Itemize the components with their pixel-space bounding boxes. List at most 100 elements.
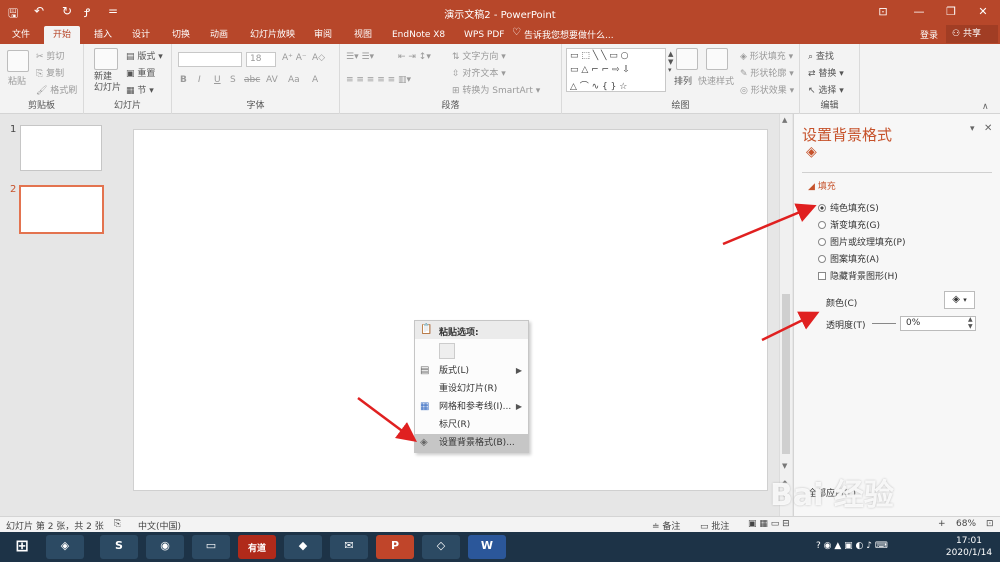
menu-item-format-background[interactable]: ◈ 设置背景格式(B)... bbox=[415, 434, 528, 452]
fill-tab-icon[interactable]: ◈ bbox=[806, 144, 817, 160]
start-button[interactable]: ⊞ bbox=[2, 535, 42, 559]
paste-keep-icon[interactable] bbox=[439, 343, 455, 359]
close-pane-icon[interactable]: ✕ bbox=[984, 123, 992, 134]
gallery-scroll-icon[interactable]: ▲ ▼ ▾ bbox=[668, 50, 673, 74]
spinner-icon[interactable]: ▲ ▼ bbox=[968, 316, 973, 330]
tell-me-search[interactable]: 告诉我您想要做什么... bbox=[524, 28, 614, 41]
font-family-combo[interactable] bbox=[178, 52, 242, 67]
paste-button[interactable]: 粘贴 bbox=[8, 74, 26, 87]
strikethrough-button[interactable]: abc bbox=[244, 75, 260, 85]
system-tray-icons[interactable]: ? ◉ ▲ ▣ ◐ ♪ ⌨ bbox=[816, 541, 888, 551]
tab-home[interactable]: 开始 bbox=[44, 26, 80, 44]
font-color-button[interactable]: A bbox=[312, 75, 318, 85]
shape-outline-button[interactable]: ✎ 形状轮廓 ▾ bbox=[740, 66, 794, 79]
tab-animations[interactable]: 动画 bbox=[206, 26, 232, 44]
taskbar-app-chrome[interactable]: ◉ bbox=[146, 535, 184, 559]
scroll-thumb[interactable] bbox=[782, 294, 790, 454]
clock[interactable]: 17:01 2020/1/14 bbox=[944, 535, 994, 559]
taskbar-app-explorer[interactable]: ▭ bbox=[192, 535, 230, 559]
share-button[interactable]: ⚇ 共享 bbox=[946, 25, 998, 43]
pane-options-icon[interactable]: ▾ bbox=[970, 124, 975, 134]
minimize-button[interactable]: — bbox=[906, 3, 932, 21]
close-button[interactable]: ✕ bbox=[970, 3, 996, 21]
normal-view-icon[interactable]: ▣ ▦ ▭ ⊟ bbox=[748, 519, 790, 529]
taskbar-app-youdao[interactable]: 有道 bbox=[238, 535, 276, 559]
arrange-icon[interactable] bbox=[676, 48, 698, 70]
transparency-slider[interactable] bbox=[872, 323, 896, 324]
copy-button[interactable]: ⎘ 复制 bbox=[36, 66, 64, 79]
ribbon-display-options-button[interactable]: ⊡ bbox=[870, 3, 896, 21]
hide-graphics-checkbox[interactable]: 隐藏背景图形(H) bbox=[818, 269, 898, 282]
taskbar-app-9[interactable]: ◇ bbox=[422, 535, 460, 559]
login-link[interactable]: 登录 bbox=[920, 28, 938, 41]
zoom-slider[interactable]: + bbox=[938, 519, 946, 529]
replace-button[interactable]: ⇄ 替换 ▾ bbox=[808, 66, 844, 79]
taskbar-app-powerpoint[interactable]: P bbox=[376, 535, 414, 559]
bullets-icon[interactable]: ☰▾ ☰▾ bbox=[346, 52, 374, 62]
vertical-scrollbar[interactable]: ▲ ▼ ⏶ ⏷ bbox=[779, 114, 792, 516]
align-text-button[interactable]: ⇳ 对齐文本 ▾ bbox=[452, 66, 506, 79]
font-size-combo[interactable]: 18 bbox=[246, 52, 276, 67]
color-picker-button[interactable]: ◈ ▾ bbox=[944, 291, 975, 309]
cut-button[interactable]: ✂ 剪切 bbox=[36, 49, 64, 62]
zoom-level[interactable]: 68% bbox=[956, 519, 976, 529]
select-button[interactable]: ↖ 选择 ▾ bbox=[808, 83, 844, 96]
clear-format-icon[interactable]: A◇ bbox=[312, 53, 325, 63]
taskbar-app-sogou[interactable]: S bbox=[100, 535, 138, 559]
align-icons[interactable]: ≡ ≡ ≡ ≡ ≡ ▥▾ bbox=[346, 75, 411, 85]
taskbar-app-1[interactable]: ◈ bbox=[46, 535, 84, 559]
gradient-fill-radio[interactable]: 渐变填充(G) bbox=[818, 218, 880, 231]
slide-thumbnail-1[interactable] bbox=[20, 125, 102, 171]
new-slide-icon[interactable] bbox=[94, 48, 118, 70]
underline-button[interactable]: U bbox=[214, 75, 221, 85]
tab-endnote[interactable]: EndNote X8 bbox=[388, 26, 449, 44]
slide-thumbnail-2[interactable] bbox=[19, 185, 104, 234]
tab-transitions[interactable]: 切换 bbox=[168, 26, 194, 44]
shapes-gallery[interactable]: ▭ ⬚ ╲ ╲ ▭ ○ ▭ △ ⌐ ⌐ ⇨ ⇩ △ ⌒ ∿ { } ☆ bbox=[566, 48, 666, 92]
shape-fill-button[interactable]: ◈ 形状填充 ▾ bbox=[740, 49, 793, 62]
tab-insert[interactable]: 插入 bbox=[90, 26, 116, 44]
taskbar-app-wechat[interactable]: ✉ bbox=[330, 535, 368, 559]
quick-styles-button[interactable]: 快速样式 bbox=[698, 74, 734, 87]
char-spacing-button[interactable]: AV bbox=[266, 75, 278, 85]
tab-file[interactable]: 文件 bbox=[8, 26, 34, 44]
comments-button[interactable]: ▭ 批注 bbox=[700, 519, 729, 532]
indent-icon[interactable]: ⇤ ⇥ ↕▾ bbox=[398, 52, 431, 62]
notes-button[interactable]: ≐ 备注 bbox=[652, 519, 680, 532]
menu-item-ruler[interactable]: 标尺(R) bbox=[415, 416, 528, 434]
menu-item-grid-guides[interactable]: ▦ 网格和参考线(I)... ▶ bbox=[415, 398, 528, 416]
layout-button[interactable]: ▤ 版式 ▾ bbox=[126, 49, 163, 62]
arrange-button[interactable]: 排列 bbox=[674, 74, 692, 87]
transparency-input[interactable]: 0% bbox=[900, 316, 976, 331]
text-direction-button[interactable]: ⇅ 文字方向 ▾ bbox=[452, 49, 506, 62]
restore-button[interactable]: ❐ bbox=[938, 3, 964, 21]
bold-button[interactable]: B bbox=[180, 75, 187, 85]
solid-fill-radio[interactable]: 纯色填充(S) bbox=[818, 201, 879, 214]
tab-view[interactable]: 视图 bbox=[350, 26, 376, 44]
reset-button[interactable]: ▣ 重置 bbox=[126, 66, 155, 79]
collapse-ribbon-icon[interactable]: ∧ bbox=[982, 102, 989, 112]
smartart-button[interactable]: ⊞ 转换为 SmartArt ▾ bbox=[452, 83, 540, 96]
section-button[interactable]: ▦ 节 ▾ bbox=[126, 83, 154, 96]
shape-effects-button[interactable]: ◎ 形状效果 ▾ bbox=[740, 83, 794, 96]
language-indicator[interactable]: 中文(中国) bbox=[138, 519, 181, 532]
tab-slideshow[interactable]: 幻灯片放映 bbox=[246, 26, 299, 44]
fill-section-header[interactable]: ◢ 填充 bbox=[808, 179, 836, 192]
menu-item-layout[interactable]: ▤ 版式(L) ▶ bbox=[415, 362, 528, 380]
tab-review[interactable]: 审阅 bbox=[310, 26, 336, 44]
increase-font-icon[interactable]: A⁺ A⁻ bbox=[282, 53, 307, 63]
shadow-button[interactable]: S bbox=[230, 75, 236, 85]
spellcheck-icon[interactable]: ⎘ bbox=[114, 519, 121, 529]
menu-item-reset-slide[interactable]: 重设幻灯片(R) bbox=[415, 380, 528, 398]
taskbar-app-word[interactable]: W bbox=[468, 535, 506, 559]
tab-wps-pdf[interactable]: WPS PDF bbox=[460, 26, 508, 44]
change-case-button[interactable]: Aa bbox=[288, 75, 300, 85]
find-button[interactable]: ⌕ 查找 bbox=[808, 49, 834, 62]
taskbar-app-6[interactable]: ◆ bbox=[284, 535, 322, 559]
scroll-up-icon[interactable]: ▲ bbox=[782, 116, 787, 124]
pattern-fill-radio[interactable]: 图案填充(A) bbox=[818, 252, 879, 265]
picture-fill-radio[interactable]: 图片或纹理填充(P) bbox=[818, 235, 905, 248]
fit-slide-icon[interactable]: ⊡ bbox=[986, 519, 994, 529]
tab-design[interactable]: 设计 bbox=[128, 26, 154, 44]
new-slide-button[interactable]: 新建 幻灯片 bbox=[94, 72, 121, 94]
